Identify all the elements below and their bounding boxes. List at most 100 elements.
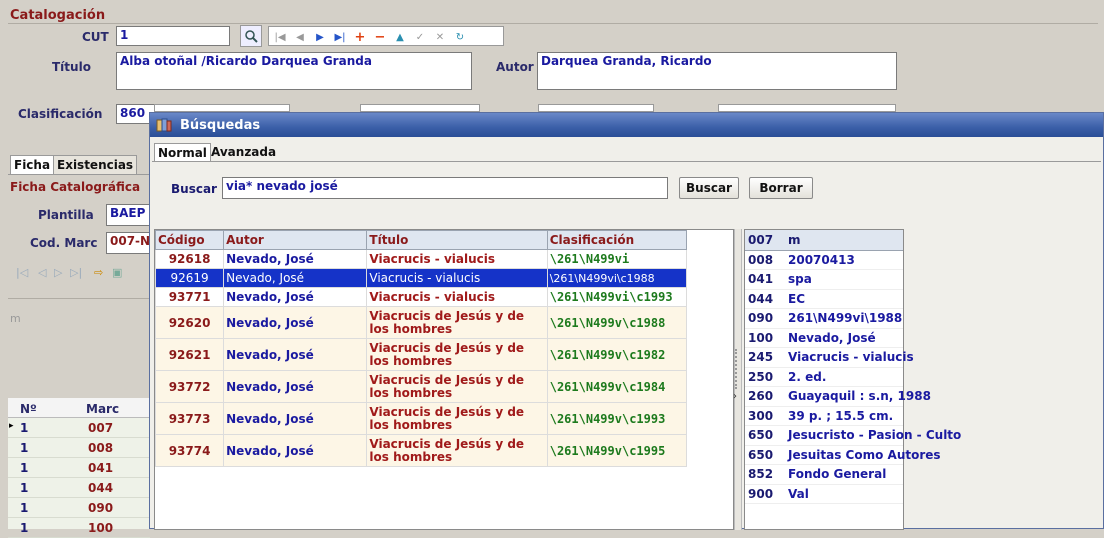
hidden-field[interactable]	[718, 104, 896, 112]
result-row[interactable]: 92619 Nevado, José Viacrucis - vialucis \26…	[154, 268, 688, 288]
result-row[interactable]: 93771 Nevado, José Viacrucis - vialucis \26…	[154, 287, 688, 307]
codmarc-field[interactable]: 007-N	[106, 232, 150, 254]
grid-row[interactable]: 1 100	[8, 518, 150, 538]
marc-detail-row[interactable]: 900 Val	[745, 484, 903, 504]
result-clasificacion: \261\N499vi	[546, 249, 688, 269]
result-titulo: Viacrucis - vialucis	[366, 249, 548, 269]
search-input[interactable]: via* nevado josé	[222, 177, 668, 199]
autor-label: Autor	[496, 60, 534, 74]
cut-input[interactable]: 1	[116, 26, 230, 46]
first-icon[interactable]: |◁	[16, 266, 28, 279]
grid-cell-marc: 041	[88, 461, 114, 475]
edit-record-icon[interactable]: ▲	[391, 27, 409, 47]
marc-detail-row[interactable]: 250 2. ed.	[745, 367, 903, 387]
grid-cell-n: 1	[20, 461, 29, 475]
last-icon[interactable]: ▷|	[70, 266, 82, 279]
grid-row[interactable]: 1 007 ▸	[8, 418, 150, 438]
delete-record-icon[interactable]: −	[371, 27, 389, 47]
post-icon[interactable]: ✓	[411, 27, 429, 47]
titulo-field[interactable]: Alba otoñal /Ricardo Darquea Granda	[116, 52, 472, 90]
result-clasificacion: \261\N499v\c1984	[546, 370, 688, 403]
search-button[interactable]	[240, 25, 262, 47]
dialog-titlebar[interactable]: Búsquedas	[150, 113, 1103, 137]
hidden-field[interactable]	[538, 104, 654, 112]
grid-row[interactable]: 1 090	[8, 498, 150, 518]
marc-value: EC	[785, 289, 903, 309]
tab-normal[interactable]: Normal	[154, 143, 211, 162]
marc-detail-row[interactable]: 044 EC	[745, 289, 903, 309]
codmarc-label: Cod. Marc	[30, 236, 98, 250]
results-grid: Código Autor Título Clasificación 92618 N…	[154, 229, 734, 530]
add-record-icon[interactable]: +	[351, 27, 369, 47]
marc-tag: 260	[745, 386, 785, 407]
marc-detail-row[interactable]: 041 spa	[745, 269, 903, 290]
buscar-label: Buscar	[171, 182, 217, 196]
grid-cell-marc: 044	[88, 481, 114, 495]
insert-icon[interactable]: ⇨	[94, 266, 103, 279]
autor-field[interactable]: Darquea Granda, Ricardo	[537, 52, 897, 90]
col-header-codigo[interactable]: Código	[154, 230, 225, 250]
first-record-icon[interactable]: |◀	[271, 27, 289, 47]
grid-row[interactable]: 1 044	[8, 478, 150, 498]
m-label: m	[10, 312, 21, 325]
busquedas-dialog: Búsquedas Normal Avanzada Buscar via* ne…	[149, 112, 1104, 530]
grid-row[interactable]: 1 041	[8, 458, 150, 478]
result-row[interactable]: 92618 Nevado, José Viacrucis - vialucis \26…	[154, 249, 688, 269]
marc-detail-row[interactable]: 008 20070413	[745, 250, 903, 270]
result-autor: Nevado, José	[223, 249, 368, 269]
grid-row[interactable]: 1 008	[8, 438, 150, 458]
col-header-titulo[interactable]: Título	[366, 230, 548, 250]
splitter-arrow-icon[interactable]: ›	[733, 391, 737, 402]
splitter-grip[interactable]	[735, 349, 741, 389]
col-header-autor[interactable]: Autor	[223, 230, 368, 250]
marc-header-tag: 007	[745, 230, 785, 251]
borrar-button[interactable]: Borrar	[749, 177, 813, 199]
prev-record-icon[interactable]: ◀	[291, 27, 309, 47]
marc-detail-row[interactable]: 260 Guayaquil : s.n, 1988	[745, 386, 931, 407]
current-row-icon: ▸	[9, 421, 14, 431]
grid-cell-marc: 007	[88, 421, 114, 435]
marc-value: 39 p. ; 15.5 cm.	[785, 406, 903, 426]
cancel-icon[interactable]: ✕	[431, 27, 449, 47]
next-record-icon[interactable]: ▶	[311, 27, 329, 47]
marc-grid: Nº Marc 1 007 ▸ 1 008 1 041 1 044 1 090 1 100	[8, 398, 150, 538]
result-codigo: 92621	[154, 338, 225, 371]
marc-tag: 041	[745, 269, 785, 290]
marc-detail-row[interactable]: 090 261\N499vi\1988	[745, 308, 903, 329]
result-codigo: 92619	[154, 268, 225, 288]
marc-value: Nevado, José	[785, 328, 903, 348]
result-row[interactable]: 93773 Nevado, José Viacrucis de Jesús y de…	[154, 402, 688, 435]
next-icon[interactable]: ▷	[54, 266, 62, 279]
marc-detail-row[interactable]: 852 Fondo General	[745, 464, 903, 485]
result-row[interactable]: 93772 Nevado, José Viacrucis de Jesús y de…	[154, 370, 688, 403]
prev-icon[interactable]: ◁	[38, 266, 46, 279]
marc-detail-row[interactable]: 245 Viacrucis - vialucis	[745, 347, 914, 368]
result-row[interactable]: 92621 Nevado, José Viacrucis de Jesús y de…	[154, 338, 688, 371]
marc-detail-row[interactable]: 650 Jesuitas Como Autores	[745, 445, 941, 465]
results-body: 92618 Nevado, José Viacrucis - vialucis \26…	[154, 249, 688, 467]
tab-ficha[interactable]: Ficha	[10, 155, 55, 174]
last-record-icon[interactable]: ▶|	[331, 27, 349, 47]
divider	[8, 23, 1098, 24]
marc-value: 20070413	[785, 250, 903, 270]
marc-detail-row[interactable]: 300 39 p. ; 15.5 cm.	[745, 406, 903, 426]
save-icon[interactable]: ▣	[112, 266, 122, 279]
col-header-clasificacion[interactable]: Clasificación	[546, 230, 688, 250]
result-titulo: Viacrucis de Jesús y de los hombres	[366, 370, 548, 403]
result-codigo: 92620	[154, 306, 225, 339]
buscar-button[interactable]: Buscar	[679, 177, 739, 199]
result-row[interactable]: 92620 Nevado, José Viacrucis de Jesús y de…	[154, 306, 688, 339]
marc-value: Jesuitas Como Autores	[785, 445, 941, 465]
hidden-field[interactable]	[360, 104, 480, 112]
splitter[interactable]: ›	[733, 229, 742, 530]
grid-cell-n: 1	[20, 441, 29, 455]
marc-detail-row[interactable]: 650 Jesucristo - Pasion - Culto	[745, 425, 961, 446]
tab-existencias[interactable]: Existencias	[53, 155, 138, 174]
result-clasificacion: \261\N499v\c1993	[546, 402, 688, 435]
marc-detail-row[interactable]: 100 Nevado, José	[745, 328, 903, 348]
hidden-field[interactable]	[154, 104, 290, 112]
result-row[interactable]: 93774 Nevado, José Viacrucis de Jesús y de…	[154, 434, 688, 467]
tab-avanzada[interactable]: Avanzada	[208, 143, 279, 161]
refresh-icon[interactable]: ↻	[451, 27, 469, 47]
plantilla-field[interactable]: BAEP	[106, 204, 150, 226]
